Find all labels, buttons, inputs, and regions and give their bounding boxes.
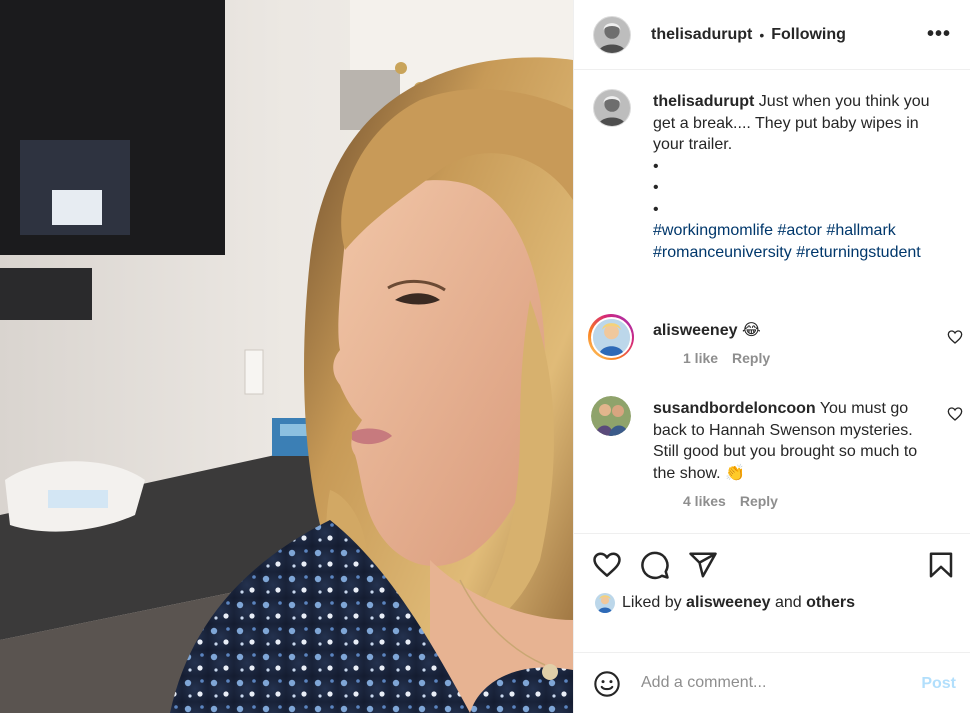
emoji-smiley-icon[interactable]: [593, 670, 621, 698]
commenter-avatar[interactable]: [591, 396, 631, 436]
liked-by-prefix: Liked by: [622, 594, 682, 611]
caption-text-block: thelisadurupt Just when you think you ge…: [653, 91, 953, 263]
post-photo[interactable]: [0, 0, 573, 713]
more-options-icon[interactable]: •••: [927, 24, 951, 44]
comment-text: 😂: [741, 322, 761, 339]
comment-reply-button[interactable]: Reply: [740, 493, 778, 509]
comment-item: susandbordeloncoon You must go back to H…: [588, 396, 963, 516]
caption-author-avatar[interactable]: [593, 89, 631, 127]
liked-by-others-link[interactable]: others: [806, 594, 855, 612]
like-heart-icon[interactable]: [592, 550, 622, 580]
liked-by-row: Liked by alisweeney and others: [594, 592, 855, 614]
hashtag-link[interactable]: #returningstudent: [796, 244, 921, 261]
author-username[interactable]: thelisadurupt: [651, 26, 752, 44]
post-details-panel: thelisadurupt • Following ••• thelisadur…: [573, 0, 970, 713]
hashtag-link[interactable]: #actor: [778, 222, 822, 239]
save-bookmark-icon[interactable]: [926, 550, 956, 580]
comment-username[interactable]: alisweeney: [653, 322, 738, 339]
following-button[interactable]: Following: [771, 26, 846, 44]
comment-username[interactable]: susandbordeloncoon: [653, 400, 816, 417]
comment-like-heart-icon[interactable]: [947, 329, 963, 345]
liked-by-and: and: [775, 594, 802, 611]
comment-meta: 4 likes Reply: [683, 493, 778, 509]
separator-dot: •: [759, 26, 765, 43]
hashtag-link[interactable]: #romanceuniversity: [653, 244, 792, 261]
comments-scroll-area[interactable]: thelisadurupt Just when you think you ge…: [574, 71, 970, 533]
comment-bubble-icon[interactable]: [640, 550, 670, 580]
commenter-avatar[interactable]: [588, 314, 634, 360]
comment-like-heart-icon[interactable]: [947, 406, 963, 422]
caption-bullet: •: [653, 179, 659, 196]
caption-bullet: •: [653, 200, 659, 218]
caption-bullet: •: [653, 157, 659, 175]
post-header: thelisadurupt • Following •••: [574, 0, 970, 70]
comment-likes[interactable]: 4 likes: [683, 493, 726, 509]
comment-meta: 1 like Reply: [683, 350, 770, 366]
author-avatar[interactable]: [593, 15, 631, 54]
liker-avatar[interactable]: [594, 592, 616, 614]
comment-item: alisweeney 😂 1 like Reply: [588, 314, 963, 374]
liked-by-user[interactable]: alisweeney: [686, 594, 771, 612]
post-image: [0, 0, 573, 713]
post-comment-button[interactable]: Post: [921, 675, 956, 693]
post-actions-bar: Liked by alisweeney and others: [574, 533, 970, 623]
comment-input[interactable]: [641, 671, 901, 695]
comment-reply-button[interactable]: Reply: [732, 350, 770, 366]
add-comment-bar: Post: [574, 652, 970, 713]
hashtag-link[interactable]: #hallmark: [826, 222, 895, 239]
comment-text-block: susandbordeloncoon You must go back to H…: [653, 398, 933, 484]
comment-likes[interactable]: 1 like: [683, 350, 718, 366]
hashtag-link[interactable]: #workingmomlife: [653, 222, 773, 239]
share-paper-plane-icon[interactable]: [688, 550, 718, 580]
caption-username[interactable]: thelisadurupt: [653, 93, 754, 110]
comment-text-block: alisweeney 😂: [653, 320, 933, 342]
